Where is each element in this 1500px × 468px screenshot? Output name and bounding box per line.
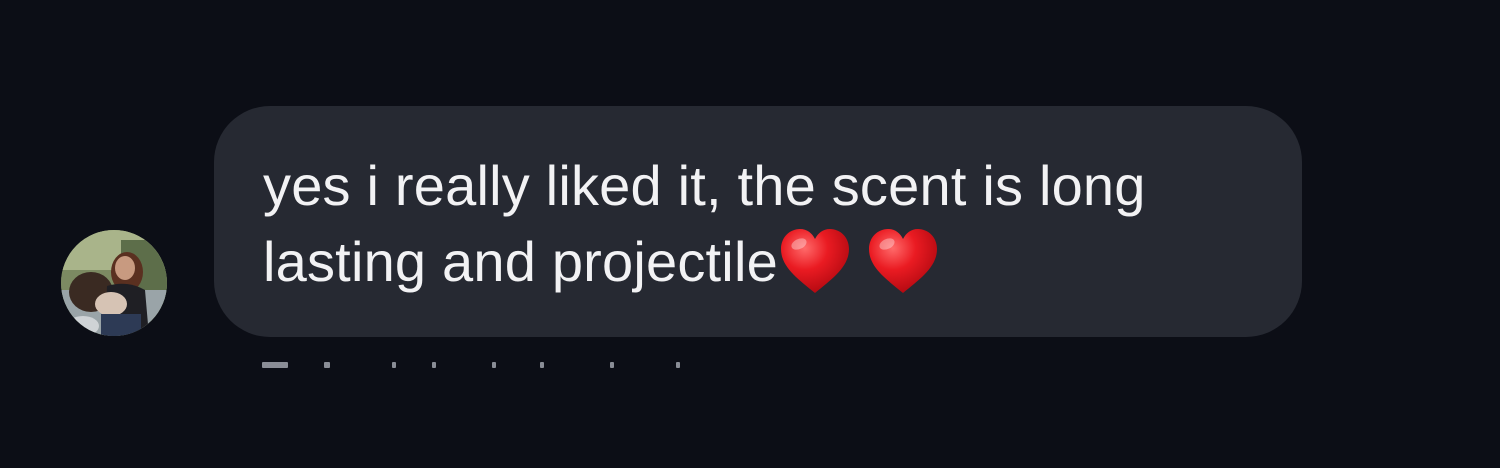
red-heart-icon [780, 229, 849, 293]
message-text: yes i really liked it, the scent is long… [263, 148, 1254, 300]
red-heart-icon [868, 229, 937, 293]
chat-screen: yes i really liked it, the scent is long… [0, 0, 1500, 468]
message-bubble[interactable]: yes i really liked it, the scent is long… [214, 106, 1302, 337]
cropped-text-line [262, 362, 692, 370]
avatar[interactable] [61, 230, 167, 336]
avatar-photo [61, 230, 167, 336]
message-body: yes i really liked it, the scent is long… [263, 154, 1146, 293]
